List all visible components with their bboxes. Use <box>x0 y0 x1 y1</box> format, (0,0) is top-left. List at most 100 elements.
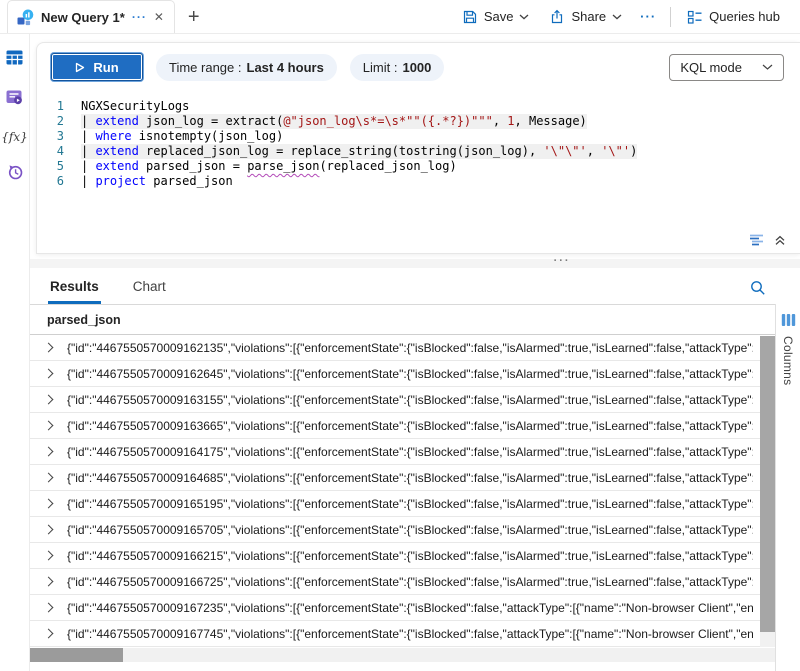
code-lines: 1NGXSecurityLogs2| extend json_log = ext… <box>37 99 800 189</box>
row-json-text: {"id":"4467550570009167745","violations"… <box>67 627 753 641</box>
row-expand-chevron-icon[interactable] <box>44 369 54 379</box>
tab-close-icon[interactable]: ✕ <box>154 10 164 24</box>
top-tab-bar: New Query 1* ··· ✕ + Save Share ··· <box>0 0 800 34</box>
row-json-text: {"id":"4467550570009163665","violations"… <box>67 419 753 433</box>
save-button[interactable]: Save <box>452 9 540 25</box>
new-tab-button[interactable]: + <box>188 7 200 27</box>
columns-side-panel[interactable]: Columns <box>775 304 800 671</box>
vertical-scrollbar[interactable] <box>760 336 775 647</box>
table-row[interactable]: {"id":"4467550570009167235","violations"… <box>30 595 775 621</box>
splitter-handle-icon[interactable]: ··· <box>554 255 571 267</box>
code-line[interactable]: 1NGXSecurityLogs <box>37 99 800 114</box>
row-expand-chevron-icon[interactable] <box>44 603 54 613</box>
divider <box>670 7 671 27</box>
row-expand-chevron-icon[interactable] <box>44 525 54 535</box>
vertical-scrollbar-thumb[interactable] <box>760 336 775 632</box>
columns-icon <box>781 313 796 327</box>
line-number: 5 <box>37 159 81 174</box>
queries-hub-icon <box>687 9 703 25</box>
line-number: 1 <box>37 99 81 114</box>
horizontal-scrollbar-thumb[interactable] <box>30 648 123 662</box>
search-icon[interactable] <box>750 280 766 296</box>
code-text[interactable]: | project parsed_json <box>81 174 233 189</box>
panel-splitter[interactable]: ··· <box>30 259 800 268</box>
format-results-icon[interactable] <box>749 234 765 246</box>
code-line[interactable]: 4| extend replaced_json_log = replace_st… <box>37 144 800 159</box>
column-header-parsed-json[interactable]: parsed_json <box>30 305 775 335</box>
content-column: Run Time range : Last 4 hours Limit : 10… <box>30 34 800 671</box>
table-row[interactable]: {"id":"4467550570009163155","violations"… <box>30 387 775 413</box>
results-grid: parsed_json {"id":"4467550570009162135",… <box>30 304 775 671</box>
row-expand-chevron-icon[interactable] <box>44 421 54 431</box>
columns-panel-label: Columns <box>781 336 795 385</box>
table-row[interactable]: {"id":"4467550570009166215","violations"… <box>30 543 775 569</box>
line-number: 4 <box>37 144 81 159</box>
results-tabs-row: Results Chart <box>30 268 800 304</box>
time-range-label: Time range : <box>169 60 242 75</box>
top-actions: Save Share ··· Queries hub <box>452 0 800 33</box>
run-button[interactable]: Run <box>51 53 143 81</box>
code-editor[interactable]: 1NGXSecurityLogs2| extend json_log = ext… <box>37 91 800 189</box>
save-label: Save <box>484 9 514 24</box>
limit-pill[interactable]: Limit : 1000 <box>350 54 445 81</box>
share-button[interactable]: Share <box>539 9 632 25</box>
code-text[interactable]: | where isnotempty(json_log) <box>81 129 283 144</box>
row-expand-chevron-icon[interactable] <box>44 577 54 587</box>
time-range-pill[interactable]: Time range : Last 4 hours <box>156 54 337 81</box>
query-toolbar: Run Time range : Last 4 hours Limit : 10… <box>37 43 800 91</box>
more-actions-icon[interactable]: ··· <box>632 9 664 24</box>
kql-mode-value: KQL mode <box>680 60 742 75</box>
data-table-icon[interactable] <box>6 50 23 70</box>
limit-label: Limit : <box>363 60 398 75</box>
functions-icon[interactable]: {fx} <box>1 130 27 144</box>
code-line[interactable]: 3| where isnotempty(json_log) <box>37 129 800 144</box>
table-row[interactable]: {"id":"4467550570009163665","violations"… <box>30 413 775 439</box>
row-json-text: {"id":"4467550570009164175","violations"… <box>67 445 753 459</box>
query-tab[interactable]: New Query 1* ··· ✕ <box>7 0 175 33</box>
left-rail: {fx} <box>0 34 30 671</box>
limit-value: 1000 <box>402 60 431 75</box>
collapse-editor-icon[interactable] <box>774 234 786 246</box>
adx-logo-icon <box>17 9 34 26</box>
table-row[interactable]: {"id":"4467550570009166725","violations"… <box>30 569 775 595</box>
queries-hub-button[interactable]: Queries hub <box>677 9 790 25</box>
tab-more-icon[interactable]: ··· <box>132 10 147 24</box>
share-label: Share <box>571 9 606 24</box>
row-expand-chevron-icon[interactable] <box>44 343 54 353</box>
dashboards-icon[interactable] <box>6 90 23 110</box>
code-text[interactable]: | extend parsed_json = parse_json(replac… <box>81 159 457 174</box>
tab-chart[interactable]: Chart <box>131 271 168 304</box>
table-row[interactable]: {"id":"4467550570009164175","violations"… <box>30 439 775 465</box>
code-line[interactable]: 6| project parsed_json <box>37 174 800 189</box>
history-icon[interactable] <box>7 164 23 185</box>
main-area: {fx} Run Time range : Last 4 hours <box>0 34 800 671</box>
table-row[interactable]: {"id":"4467550570009165705","violations"… <box>30 517 775 543</box>
kql-mode-select[interactable]: KQL mode <box>669 54 784 81</box>
code-line[interactable]: 2| extend json_log = extract(@"json_log\… <box>37 114 800 129</box>
editor-corner-actions <box>749 234 786 246</box>
table-row[interactable]: {"id":"4467550570009162135","violations"… <box>30 335 775 361</box>
row-expand-chevron-icon[interactable] <box>44 551 54 561</box>
row-json-text: {"id":"4467550570009167235","violations"… <box>67 601 753 615</box>
row-expand-chevron-icon[interactable] <box>44 499 54 509</box>
row-json-text: {"id":"4467550570009165195","violations"… <box>67 497 753 511</box>
code-line[interactable]: 5| extend parsed_json = parse_json(repla… <box>37 159 800 174</box>
table-row[interactable]: {"id":"4467550570009162645","violations"… <box>30 361 775 387</box>
tab-results[interactable]: Results <box>48 271 101 304</box>
table-row[interactable]: {"id":"4467550570009165195","violations"… <box>30 491 775 517</box>
horizontal-scrollbar[interactable] <box>30 648 775 662</box>
table-row[interactable]: {"id":"4467550570009167745","violations"… <box>30 621 775 647</box>
row-expand-chevron-icon[interactable] <box>44 447 54 457</box>
results-main: parsed_json {"id":"4467550570009162135",… <box>30 304 800 671</box>
row-expand-chevron-icon[interactable] <box>44 395 54 405</box>
tab-title: New Query 1* <box>41 10 125 25</box>
code-text[interactable]: | extend json_log = extract(@"json_log\s… <box>81 114 587 129</box>
table-row[interactable]: {"id":"4467550570009164685","violations"… <box>30 465 775 491</box>
save-icon <box>462 9 478 25</box>
row-expand-chevron-icon[interactable] <box>44 629 54 639</box>
row-expand-chevron-icon[interactable] <box>44 473 54 483</box>
code-text[interactable]: | extend replaced_json_log = replace_str… <box>81 144 637 159</box>
row-json-text: {"id":"4467550570009165705","violations"… <box>67 523 753 537</box>
code-text[interactable]: NGXSecurityLogs <box>81 99 189 114</box>
row-json-text: {"id":"4467550570009166725","violations"… <box>67 575 753 589</box>
